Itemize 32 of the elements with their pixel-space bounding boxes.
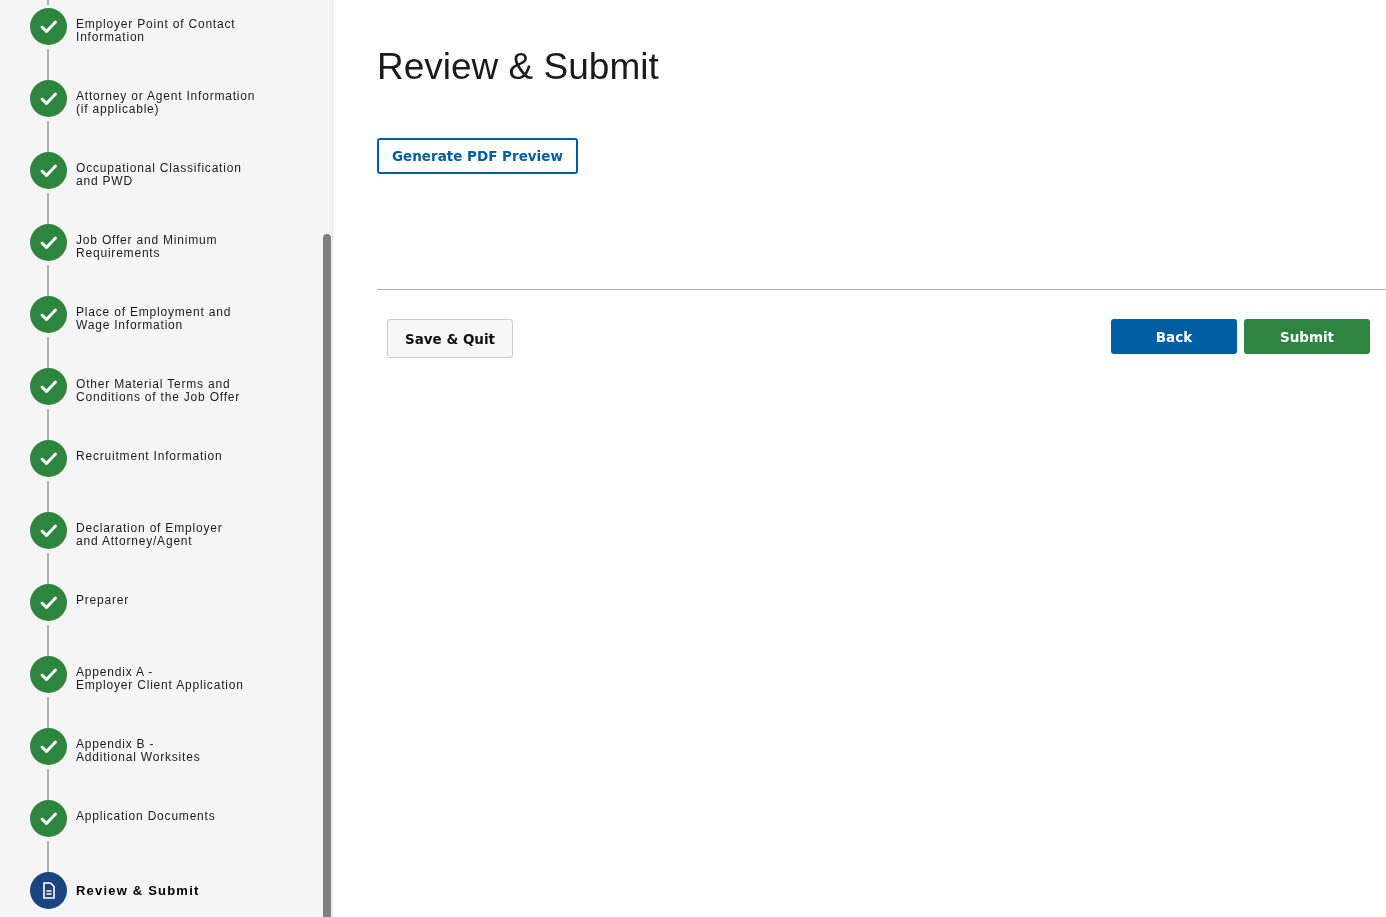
- check-icon: [30, 152, 67, 189]
- check-icon: [30, 8, 67, 45]
- step-link[interactable]: Preparer: [76, 594, 130, 607]
- page-title: Review & Submit: [377, 46, 660, 88]
- check-icon: [30, 80, 67, 117]
- step-link[interactable]: Place of Employment and Wage Information: [76, 306, 232, 332]
- document-icon: [30, 872, 67, 909]
- step-link[interactable]: Recruitment Information: [76, 450, 223, 463]
- step-link[interactable]: Attorney or Agent Information (if applicable): [76, 90, 256, 116]
- check-icon: [30, 728, 67, 765]
- check-icon: [30, 440, 67, 477]
- step-link[interactable]: Review & Submit: [76, 884, 200, 897]
- save-and-quit-button[interactable]: Save & Quit: [387, 319, 513, 358]
- step-link[interactable]: Appendix A - Employer Client Application: [76, 666, 244, 692]
- step-link[interactable]: Application Documents: [76, 810, 216, 823]
- step-link[interactable]: Employer Point of Contact Information: [76, 18, 236, 44]
- step-link[interactable]: Declaration of Employer and Attorney/Agent: [76, 522, 223, 548]
- check-icon: [30, 296, 67, 333]
- check-icon: [30, 368, 67, 405]
- generate-pdf-preview-button[interactable]: Generate PDF Preview: [377, 138, 578, 174]
- check-icon: [30, 512, 67, 549]
- check-icon: [30, 584, 67, 621]
- step-link[interactable]: Other Material Terms and Conditions of the Job Offer: [76, 378, 241, 404]
- step-link[interactable]: Job Offer and Minimum Requirements: [76, 234, 218, 260]
- check-icon: [30, 800, 67, 837]
- step-link[interactable]: Occupational Classification and PWD: [76, 162, 242, 188]
- submit-button[interactable]: Submit: [1244, 319, 1370, 354]
- check-icon: [30, 656, 67, 693]
- step-link[interactable]: Appendix B - Additional Worksites: [76, 738, 201, 764]
- check-icon: [30, 224, 67, 261]
- back-button[interactable]: Back: [1111, 319, 1237, 354]
- scrollbar-thumb[interactable]: [323, 234, 331, 917]
